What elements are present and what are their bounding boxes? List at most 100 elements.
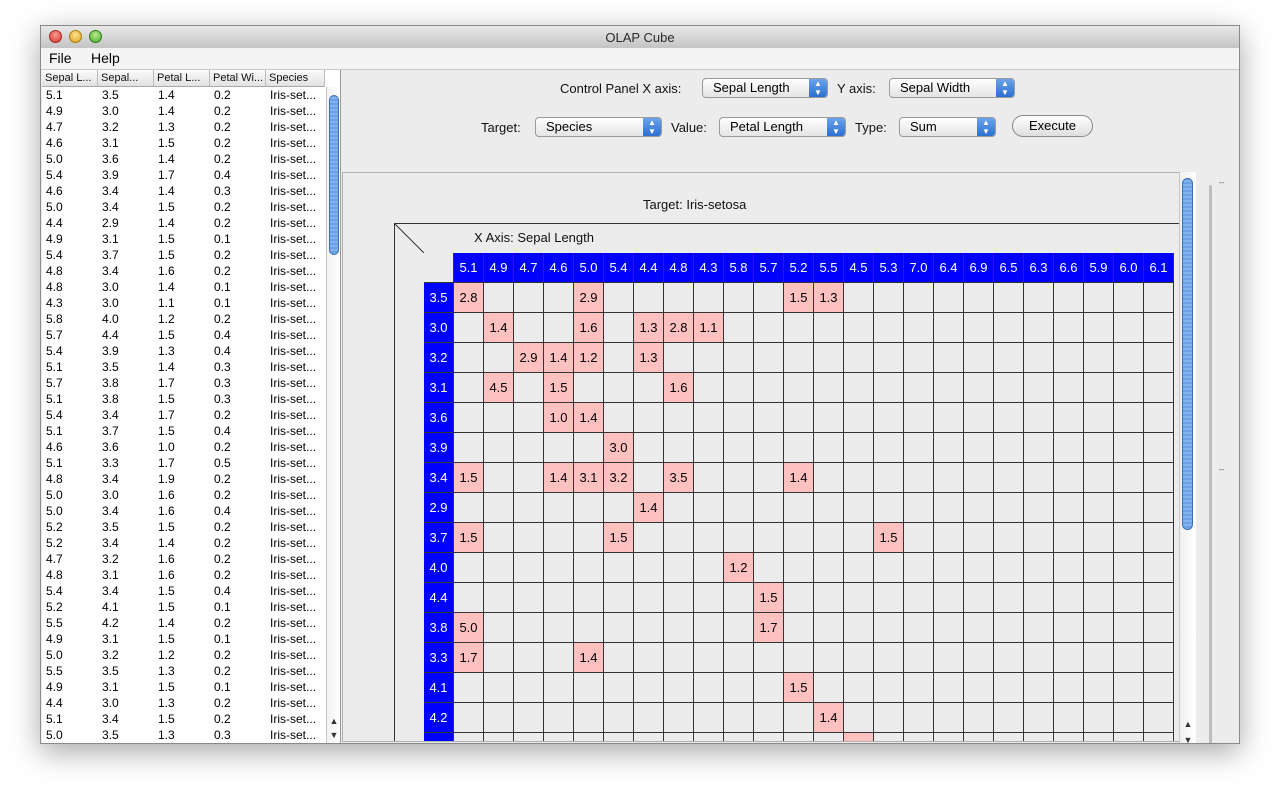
column-header-petal-length[interactable]: Petal L... xyxy=(154,70,210,86)
cube-empty-cell xyxy=(904,703,934,733)
cube-value-cell: 1.5 xyxy=(784,673,814,703)
cube-empty-cell xyxy=(634,433,664,463)
table-row[interactable]: 5.1 3.5 1.4 0.2 Iris-set... xyxy=(42,87,325,103)
type-select[interactable]: Sum ▲ ▼ xyxy=(899,117,996,137)
table-row[interactable]: 5.4 3.4 1.5 0.4 Iris-set... xyxy=(42,583,325,599)
cube-empty-cell xyxy=(1114,283,1144,313)
scroll-thumb[interactable] xyxy=(329,95,339,255)
table-row[interactable]: 5.4 3.7 1.5 0.2 Iris-set... xyxy=(42,247,325,263)
menu-help[interactable]: Help xyxy=(91,50,120,66)
table-row[interactable]: 4.4 3.0 1.3 0.2 Iris-set... xyxy=(42,695,325,711)
table-row[interactable]: 5.0 3.2 1.2 0.2 Iris-set... xyxy=(42,647,325,663)
table-row[interactable]: 4.8 3.4 1.6 0.2 Iris-set... xyxy=(42,263,325,279)
table-row[interactable]: 5.4 3.4 1.7 0.2 Iris-set... xyxy=(42,407,325,423)
table-row[interactable]: 5.5 3.5 1.3 0.2 Iris-set... xyxy=(42,663,325,679)
cube-empty-cell xyxy=(934,283,964,313)
scroll-down-arrow-icon[interactable]: ▼ xyxy=(328,729,340,741)
zoom-slider-track[interactable] xyxy=(1209,185,1212,743)
cube-empty-cell xyxy=(664,343,694,373)
table-row[interactable]: 4.6 3.6 1.0 0.2 Iris-set... xyxy=(42,439,325,455)
table-row[interactable]: 4.6 3.4 1.4 0.3 Iris-set... xyxy=(42,183,325,199)
table-row[interactable]: 5.1 3.8 1.5 0.3 Iris-set... xyxy=(42,391,325,407)
cube-empty-cell xyxy=(634,673,664,703)
table-row[interactable]: 5.5 4.2 1.4 0.2 Iris-set... xyxy=(42,615,325,631)
cube-empty-cell xyxy=(754,373,784,403)
cube-empty-cell xyxy=(454,553,484,583)
cube-empty-cell xyxy=(1144,493,1174,523)
column-header-sepal-length[interactable]: Sepal L... xyxy=(42,70,98,86)
table-cell: Iris-set... xyxy=(270,136,317,150)
table-row[interactable]: 5.0 3.6 1.4 0.2 Iris-set... xyxy=(42,151,325,167)
table-row[interactable]: 5.0 3.4 1.6 0.4 Iris-set... xyxy=(42,503,325,519)
cube-empty-cell xyxy=(1114,583,1144,613)
cube-empty-cell xyxy=(1084,583,1114,613)
table-row[interactable]: 4.6 3.1 1.5 0.2 Iris-set... xyxy=(42,135,325,151)
table-row[interactable]: 5.4 3.9 1.7 0.4 Iris-set... xyxy=(42,167,325,183)
cube-empty-cell xyxy=(814,403,844,433)
table-cell: Iris-set... xyxy=(270,728,317,742)
x-header-cell: 4.7 xyxy=(514,253,544,283)
cube-empty-cell xyxy=(1024,553,1054,583)
table-row[interactable]: 4.7 3.2 1.6 0.2 Iris-set... xyxy=(42,551,325,567)
data-table-vertical-scrollbar[interactable]: ▲ ▼ xyxy=(326,87,340,743)
table-cell: 3.5 xyxy=(102,664,119,678)
scroll-thumb[interactable] xyxy=(1182,178,1193,530)
execute-button[interactable]: Execute xyxy=(1012,115,1093,137)
cube-empty-cell xyxy=(964,343,994,373)
table-row[interactable]: 5.7 3.8 1.7 0.3 Iris-set... xyxy=(42,375,325,391)
table-row[interactable]: 4.7 3.2 1.3 0.2 Iris-set... xyxy=(42,119,325,135)
target-select[interactable]: Species ▲ ▼ xyxy=(535,117,662,137)
table-row[interactable]: 4.4 2.9 1.4 0.2 Iris-set... xyxy=(42,215,325,231)
table-row[interactable]: 5.2 3.4 1.4 0.2 Iris-set... xyxy=(42,535,325,551)
value-select[interactable]: Petal Length ▲ ▼ xyxy=(719,117,846,137)
table-cell: 5.0 xyxy=(46,648,63,662)
table-cell: Iris-set... xyxy=(270,168,317,182)
column-header-petal-width[interactable]: Petal Wi... xyxy=(210,70,266,86)
table-row[interactable]: 4.8 3.4 1.9 0.2 Iris-set... xyxy=(42,471,325,487)
table-row[interactable]: 4.8 3.1 1.6 0.2 Iris-set... xyxy=(42,567,325,583)
table-row[interactable]: 4.3 3.0 1.1 0.1 Iris-set... xyxy=(42,295,325,311)
cube-vertical-scrollbar[interactable]: ▲ ▼ xyxy=(1179,172,1196,743)
y-header-cell: 4.0 xyxy=(424,553,454,583)
table-row[interactable]: 5.0 3.5 1.3 0.3 Iris-set... xyxy=(42,727,325,743)
cube-empty-cell xyxy=(754,463,784,493)
table-row[interactable]: 5.7 4.4 1.5 0.4 Iris-set... xyxy=(42,327,325,343)
scroll-up-arrow-icon[interactable]: ▲ xyxy=(328,715,340,727)
column-header-sepal-width[interactable]: Sepal... xyxy=(98,70,154,86)
table-row[interactable]: 5.4 3.9 1.3 0.4 Iris-set... xyxy=(42,343,325,359)
cube-value-cell: 4.5 xyxy=(484,373,514,403)
table-row[interactable]: 5.1 3.3 1.7 0.5 Iris-set... xyxy=(42,455,325,471)
cube-empty-cell xyxy=(664,493,694,523)
table-row[interactable]: 5.2 4.1 1.5 0.1 Iris-set... xyxy=(42,599,325,615)
scroll-up-arrow-icon[interactable]: ▲ xyxy=(1182,718,1194,730)
column-header-species[interactable]: Species xyxy=(266,70,325,86)
cube-empty-cell xyxy=(664,733,694,741)
table-cell: Iris-set... xyxy=(270,328,317,342)
y-axis-select[interactable]: Sepal Width ▲ ▼ xyxy=(889,78,1015,98)
menu-file[interactable]: File xyxy=(49,50,72,66)
cube-empty-cell xyxy=(904,313,934,343)
table-cell: 1.3 xyxy=(158,120,175,134)
table-cell: Iris-set... xyxy=(270,584,317,598)
table-row[interactable]: 5.0 3.4 1.5 0.2 Iris-set... xyxy=(42,199,325,215)
table-cell: Iris-set... xyxy=(270,616,317,630)
cube-empty-cell xyxy=(1144,283,1174,313)
table-row[interactable]: 5.8 4.0 1.2 0.2 Iris-set... xyxy=(42,311,325,327)
table-row[interactable]: 4.9 3.0 1.4 0.2 Iris-set... xyxy=(42,103,325,119)
table-row[interactable]: 5.1 3.5 1.4 0.3 Iris-set... xyxy=(42,359,325,375)
table-row[interactable]: 4.9 3.1 1.5 0.1 Iris-set... xyxy=(42,231,325,247)
table-cell: 0.3 xyxy=(214,184,231,198)
table-row[interactable]: 4.9 3.1 1.5 0.1 Iris-set... xyxy=(42,679,325,695)
table-row[interactable]: 4.9 3.1 1.5 0.1 Iris-set... xyxy=(42,631,325,647)
table-row[interactable]: 5.0 3.0 1.6 0.2 Iris-set... xyxy=(42,487,325,503)
table-row[interactable]: 5.2 3.5 1.5 0.2 Iris-set... xyxy=(42,519,325,535)
table-row[interactable]: 5.1 3.7 1.5 0.4 Iris-set... xyxy=(42,423,325,439)
cube-empty-cell xyxy=(664,553,694,583)
table-cell: Iris-set... xyxy=(270,392,317,406)
table-row[interactable]: 4.8 3.0 1.4 0.1 Iris-set... xyxy=(42,279,325,295)
table-row[interactable]: 5.1 3.4 1.5 0.2 Iris-set... xyxy=(42,711,325,727)
scroll-down-arrow-icon[interactable]: ▼ xyxy=(1182,734,1194,743)
cube-empty-cell xyxy=(694,283,724,313)
cube-empty-cell xyxy=(874,373,904,403)
x-axis-select[interactable]: Sepal Length ▲ ▼ xyxy=(702,78,828,98)
